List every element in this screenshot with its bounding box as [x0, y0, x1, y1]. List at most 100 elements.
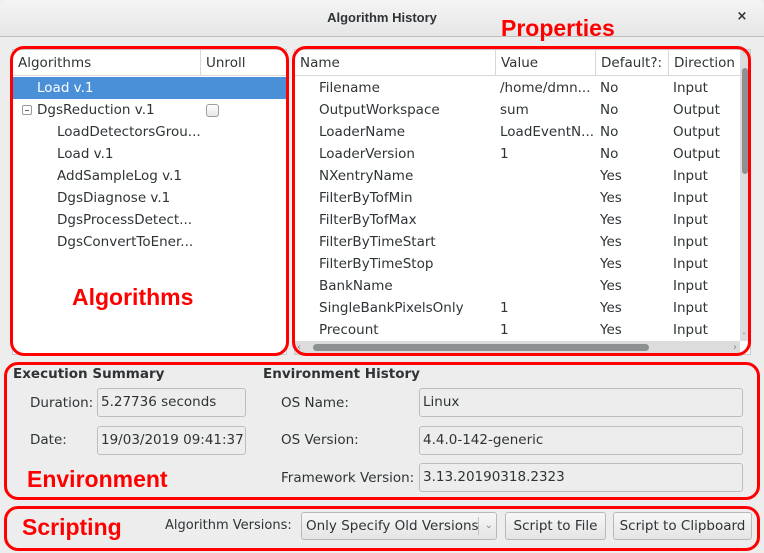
- tree-item-label: LoadDetectorsGrou...: [57, 124, 201, 140]
- environment-history-title: Environment History: [263, 366, 420, 382]
- date-label: Date:: [30, 432, 67, 448]
- property-default-cell: Yes: [600, 300, 622, 316]
- property-name-cell: NXentryName: [319, 168, 414, 184]
- annotation-environment-label: Environment: [27, 466, 168, 492]
- os-version-field[interactable]: 4.4.0-142-generic: [419, 426, 743, 455]
- property-row[interactable]: SingleBankPixelsOnly 1 Yes Input: [295, 297, 740, 319]
- annotation-scripting-label: Scripting: [22, 514, 122, 540]
- script-to-file-button[interactable]: Script to File: [505, 512, 606, 540]
- date-field[interactable]: 19/03/2019 09:41:37: [97, 426, 246, 455]
- property-direction-cell: Input: [673, 80, 708, 96]
- tree-item-label: Load v.1: [57, 146, 114, 162]
- property-name-cell: FilterByTofMax: [319, 212, 417, 228]
- property-value-cell: /home/dmn...: [500, 80, 591, 96]
- property-row[interactable]: Filename/home/dmn... No Input: [295, 77, 740, 99]
- property-default-cell: No: [600, 102, 619, 118]
- algorithm-versions-dropdown[interactable]: Only Specify Old Versions ⌄: [301, 512, 497, 540]
- property-default-cell: No: [600, 124, 619, 140]
- tree-item-label: DgsConvertToEner...: [57, 234, 194, 250]
- tree-item-child[interactable]: Load v.1: [13, 143, 286, 165]
- property-row[interactable]: FilterByTofMin Yes Input: [295, 187, 740, 209]
- property-direction-cell: Input: [673, 168, 708, 184]
- column-header-direction[interactable]: Direction: [668, 50, 740, 76]
- tree-item-child[interactable]: DgsConvertToEner...: [13, 231, 286, 253]
- property-name-cell: SingleBankPixelsOnly: [319, 300, 464, 316]
- algorithm-versions-label: Algorithm Versions:: [165, 518, 292, 533]
- scroll-up-icon[interactable]: ˄: [742, 50, 746, 59]
- tree-item-child[interactable]: DgsDiagnose v.1: [13, 187, 286, 209]
- property-direction-cell: Input: [673, 322, 708, 338]
- property-value-cell: LoadEventN...: [500, 124, 595, 140]
- property-name-cell: Filename: [319, 80, 380, 96]
- property-name-cell: FilterByTofMin: [319, 190, 413, 206]
- property-name-cell: FilterByTimeStart: [319, 234, 436, 250]
- duration-field[interactable]: 5.27736 seconds: [97, 388, 246, 417]
- property-row[interactable]: BankName Yes Input: [295, 275, 740, 297]
- column-header-name[interactable]: Name: [295, 50, 495, 76]
- property-name-cell: Precount: [319, 322, 379, 338]
- tree-item-load[interactable]: Load v.1: [13, 77, 286, 99]
- property-value-cell: 1: [500, 300, 509, 316]
- unroll-checkbox[interactable]: [206, 104, 219, 117]
- property-default-cell: Yes: [600, 190, 622, 206]
- column-header-unroll[interactable]: Unroll: [200, 50, 286, 76]
- os-name-label: OS Name:: [281, 395, 349, 411]
- duration-label: Duration:: [30, 395, 94, 411]
- property-direction-cell: Input: [673, 234, 708, 250]
- property-default-cell: Yes: [600, 322, 622, 338]
- annotation-algorithms-label: Algorithms: [72, 284, 194, 310]
- property-row[interactable]: FilterByTofMax Yes Input: [295, 209, 740, 231]
- property-default-cell: Yes: [600, 234, 622, 250]
- script-to-clipboard-button[interactable]: Script to Clipboard: [613, 512, 752, 540]
- property-row[interactable]: FilterByTimeStart Yes Input: [295, 231, 740, 253]
- property-name-cell: OutputWorkspace: [319, 102, 440, 118]
- tree-item-child[interactable]: LoadDetectorsGrou...: [13, 121, 286, 143]
- property-name-cell: BankName: [319, 278, 393, 294]
- property-direction-cell: Input: [673, 278, 708, 294]
- column-header-default[interactable]: Default?:: [595, 50, 668, 76]
- chevron-down-icon: ⌄: [484, 520, 493, 531]
- property-row[interactable]: LoaderName LoadEventN... No Output: [295, 121, 740, 143]
- execution-summary-title: Execution Summary: [13, 366, 165, 382]
- tree-item-label: DgsDiagnose v.1: [57, 190, 171, 206]
- properties-table[interactable]: Name Value Default?: Direction Filename /…: [294, 49, 751, 355]
- vertical-scroll-thumb[interactable]: [742, 68, 748, 174]
- framework-version-label: Framework Version:: [281, 470, 415, 486]
- os-name-field[interactable]: Linux: [419, 388, 743, 417]
- property-row[interactable]: NXentryName Yes Input: [295, 165, 740, 187]
- property-row[interactable]: LoaderVersion 1 No Output: [295, 143, 740, 165]
- vertical-scrollbar[interactable]: ˄ ˅: [740, 50, 750, 341]
- property-direction-cell: Input: [673, 190, 708, 206]
- tree-item-dgsreduction[interactable]: DgsReduction v.1: [13, 99, 286, 121]
- property-default-cell: Yes: [600, 278, 622, 294]
- framework-version-field[interactable]: 3.13.20190318.2323: [419, 463, 743, 492]
- tree-item-child[interactable]: AddSampleLog v.1: [13, 165, 286, 187]
- scroll-right-icon[interactable]: ›: [733, 342, 737, 353]
- close-icon[interactable]: ×: [732, 7, 752, 27]
- property-row[interactable]: Precount 1 Yes Input: [295, 319, 740, 341]
- property-default-cell: No: [600, 146, 619, 162]
- property-default-cell: Yes: [600, 212, 622, 228]
- property-row[interactable]: FilterByTimeStop Yes Input: [295, 253, 740, 275]
- horizontal-scroll-thumb[interactable]: [313, 344, 649, 351]
- column-header-value[interactable]: Value: [495, 50, 595, 76]
- tree-item-label: DgsProcessDetect...: [57, 212, 193, 228]
- column-header-algorithms[interactable]: Algorithms: [13, 50, 200, 76]
- tree-item-child[interactable]: DgsProcessDetect...: [13, 209, 286, 231]
- property-name-cell: LoaderName: [319, 124, 406, 140]
- property-name-cell: FilterByTimeStop: [319, 256, 434, 272]
- property-direction-cell: Input: [673, 212, 708, 228]
- property-direction-cell: Output: [673, 102, 720, 118]
- property-direction-cell: Output: [673, 124, 720, 140]
- os-version-label: OS Version:: [281, 432, 359, 448]
- property-direction-cell: Input: [673, 256, 708, 272]
- scroll-left-icon[interactable]: ‹: [297, 342, 301, 353]
- dropdown-selected-value: Only Specify Old Versions: [306, 518, 479, 534]
- property-row[interactable]: OutputWorkspace sum No Output: [295, 99, 740, 121]
- property-value-cell: sum: [500, 102, 529, 118]
- property-direction-cell: Output: [673, 146, 720, 162]
- annotation-properties-label: Properties: [501, 15, 615, 41]
- horizontal-scrollbar[interactable]: ‹ ›: [295, 341, 740, 354]
- collapse-icon[interactable]: [22, 105, 32, 115]
- scroll-down-icon[interactable]: ˅: [742, 332, 746, 341]
